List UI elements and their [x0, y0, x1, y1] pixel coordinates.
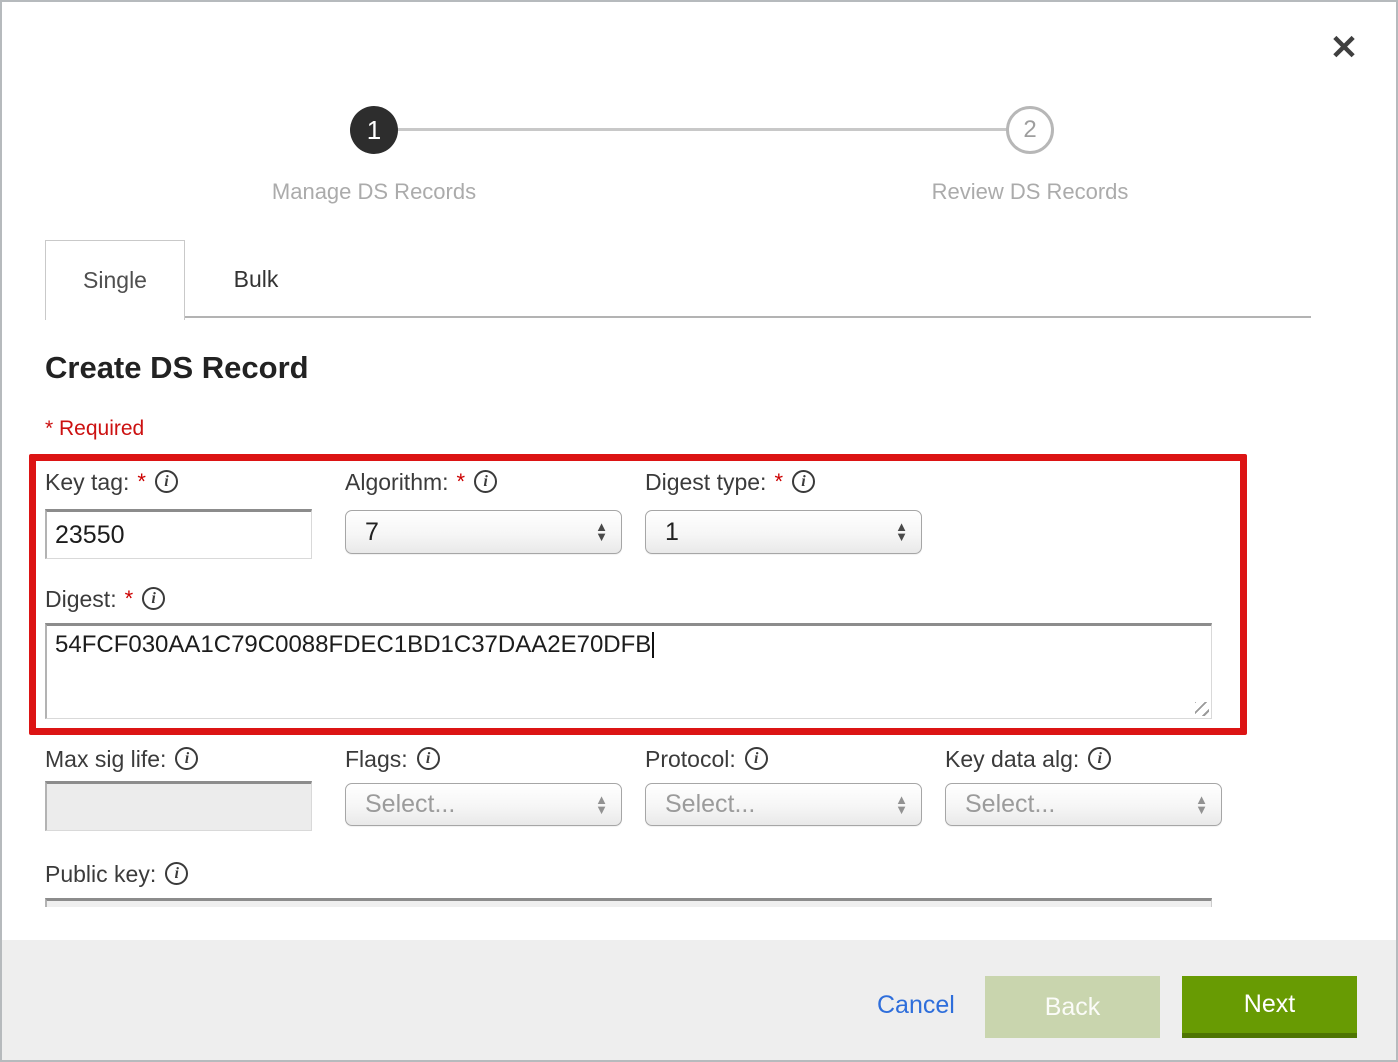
tab-bulk[interactable]: Bulk — [186, 240, 326, 318]
public-key-textarea[interactable] — [45, 898, 1212, 907]
info-icon[interactable]: i — [142, 587, 165, 610]
digest-label-text: Digest: — [45, 586, 117, 613]
text-caret — [652, 632, 654, 658]
protocol-label-text: Protocol: — [645, 746, 736, 773]
info-icon[interactable]: i — [417, 747, 440, 770]
flags-select[interactable]: Select... ▲▼ — [345, 783, 622, 826]
key-data-alg-select[interactable]: Select... ▲▼ — [945, 783, 1222, 826]
protocol-label: Protocol: i — [645, 746, 768, 773]
max-sig-life-label-text: Max sig life: — [45, 746, 166, 773]
digest-textarea[interactable]: 54FCF030AA1C79C0088FDEC1BD1C37DAA2E70DFB — [45, 623, 1212, 719]
protocol-select-value: Select... — [646, 790, 895, 819]
stepper-connector-line — [398, 128, 1008, 131]
close-icon[interactable]: ✕ — [1324, 28, 1364, 68]
key-tag-input[interactable] — [45, 509, 312, 559]
info-icon[interactable]: i — [155, 470, 178, 493]
tab-single[interactable]: Single — [45, 240, 185, 320]
required-asterisk: * — [774, 469, 783, 493]
protocol-select[interactable]: Select... ▲▼ — [645, 783, 922, 826]
key-data-alg-label: Key data alg: i — [945, 746, 1111, 773]
next-button[interactable]: Next — [1182, 976, 1357, 1038]
max-sig-life-input[interactable] — [45, 781, 312, 831]
select-arrows-icon: ▲▼ — [1195, 795, 1208, 815]
flags-select-value: Select... — [346, 790, 595, 819]
algorithm-label-text: Algorithm: — [345, 469, 449, 496]
digest-type-label: Digest type: * i — [645, 469, 815, 496]
required-asterisk: * — [457, 469, 466, 493]
algorithm-label: Algorithm: * i — [345, 469, 497, 496]
digest-value: 54FCF030AA1C79C0088FDEC1BD1C37DAA2E70DFB — [55, 631, 651, 658]
required-asterisk: * — [125, 586, 134, 610]
resize-grip-icon[interactable] — [1195, 702, 1209, 716]
key-tag-label: Key tag: * i — [45, 469, 178, 496]
max-sig-life-label: Max sig life: i — [45, 746, 198, 773]
key-data-alg-label-text: Key data alg: — [945, 746, 1079, 773]
key-data-alg-select-value: Select... — [946, 790, 1195, 819]
public-key-label-text: Public key: — [45, 861, 156, 888]
step-2-label: Review DS Records — [870, 179, 1190, 205]
digest-type-select-value: 1 — [646, 518, 895, 547]
cancel-link[interactable]: Cancel — [877, 991, 955, 1020]
create-ds-record-dialog: ✕ 1 2 Manage DS Records Review DS Record… — [0, 0, 1398, 1062]
step-2-circle: 2 — [1006, 106, 1054, 154]
info-icon[interactable]: i — [1088, 747, 1111, 770]
select-arrows-icon: ▲▼ — [595, 522, 608, 542]
algorithm-select[interactable]: 7 ▲▼ — [345, 510, 622, 554]
back-button[interactable]: Back — [985, 976, 1160, 1038]
digest-type-label-text: Digest type: — [645, 469, 766, 496]
required-asterisk: * — [137, 469, 146, 493]
flags-label-text: Flags: — [345, 746, 408, 773]
select-arrows-icon: ▲▼ — [895, 795, 908, 815]
select-arrows-icon: ▲▼ — [895, 522, 908, 542]
digest-label: Digest: * i — [45, 586, 165, 613]
step-1-circle: 1 — [350, 106, 398, 154]
info-icon[interactable]: i — [474, 470, 497, 493]
info-icon[interactable]: i — [792, 470, 815, 493]
required-note: * Required — [45, 417, 144, 441]
digest-type-select[interactable]: 1 ▲▼ — [645, 510, 922, 554]
info-icon[interactable]: i — [175, 747, 198, 770]
info-icon[interactable]: i — [745, 747, 768, 770]
page-title: Create DS Record — [45, 350, 309, 386]
algorithm-select-value: 7 — [346, 518, 595, 547]
public-key-label: Public key: i — [45, 861, 188, 888]
key-tag-label-text: Key tag: — [45, 469, 129, 496]
step-1-label: Manage DS Records — [214, 179, 534, 205]
info-icon[interactable]: i — [165, 862, 188, 885]
select-arrows-icon: ▲▼ — [595, 795, 608, 815]
flags-label: Flags: i — [345, 746, 440, 773]
